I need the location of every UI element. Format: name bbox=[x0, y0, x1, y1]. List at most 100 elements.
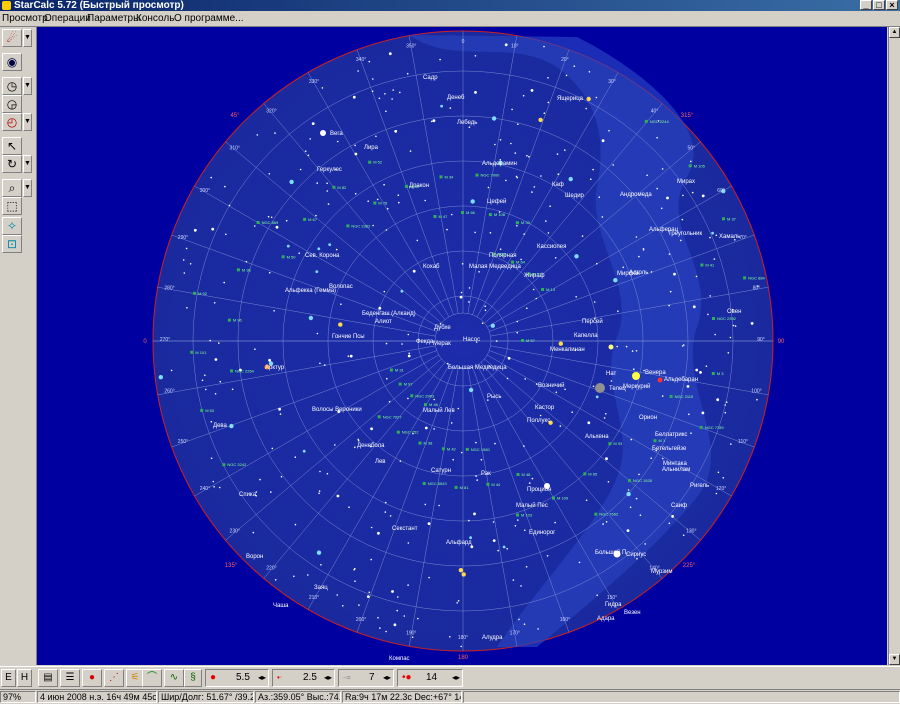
object-magnitude-control[interactable]: •● 14 ◂▸ bbox=[397, 669, 463, 687]
sky-label[interactable]: Лебедь bbox=[457, 120, 477, 126]
menu-about[interactable]: О программе... bbox=[174, 13, 244, 24]
sky-label[interactable]: Овен bbox=[727, 309, 741, 315]
deep-sky-marker[interactable] bbox=[227, 318, 231, 322]
sky-label[interactable]: Меркурий bbox=[623, 383, 650, 390]
sky-label[interactable]: Гончие Псы bbox=[332, 334, 365, 340]
chevron-down-icon[interactable]: ▼ bbox=[23, 77, 32, 95]
chevron-down-icon[interactable]: ▼ bbox=[23, 179, 32, 197]
sky-label[interactable]: Секстант bbox=[392, 526, 418, 532]
deep-sky-marker[interactable] bbox=[439, 175, 443, 179]
planets-icon[interactable]: ● bbox=[82, 669, 102, 687]
sky-label[interactable]: Кассиопея bbox=[537, 244, 566, 250]
deep-sky-marker[interactable] bbox=[422, 482, 426, 485]
sky-label[interactable]: Треугольник bbox=[668, 231, 702, 237]
arrows-icon[interactable]: ◂▸ bbox=[383, 670, 391, 686]
e-toggle-button[interactable]: E bbox=[1, 669, 16, 687]
sky-label[interactable]: Шедир bbox=[565, 193, 585, 199]
sky-label[interactable]: Вега bbox=[330, 131, 343, 137]
deep-sky-marker[interactable] bbox=[368, 160, 372, 164]
deep-sky-marker[interactable] bbox=[552, 496, 555, 500]
menu-console[interactable]: Консоль bbox=[136, 13, 174, 24]
sky-label[interactable]: Алудра bbox=[482, 635, 503, 641]
deep-sky-marker[interactable] bbox=[594, 512, 598, 516]
chevron-down-icon[interactable]: ▼ bbox=[23, 155, 32, 173]
deep-sky-marker[interactable] bbox=[303, 217, 307, 221]
sky-label[interactable]: Везен bbox=[624, 610, 641, 616]
deep-sky-marker[interactable] bbox=[236, 268, 240, 272]
sky-label[interactable]: Адара bbox=[597, 616, 615, 622]
sky-label[interactable]: Мирах bbox=[677, 179, 695, 185]
arrows-icon[interactable]: ◂▸ bbox=[452, 670, 460, 686]
sky-label[interactable]: Денеб bbox=[447, 95, 465, 101]
sky-label[interactable]: Чаша bbox=[273, 603, 289, 609]
maximize-button[interactable]: □ bbox=[873, 0, 885, 10]
sky-label[interactable]: Персей bbox=[582, 318, 603, 325]
zoom-icon[interactable]: ⌕ bbox=[2, 179, 22, 197]
spiral-icon[interactable]: § bbox=[184, 669, 202, 687]
deep-sky-magnitude-control[interactable]: -∝ 7 ◂▸ bbox=[338, 669, 394, 687]
sky-label[interactable]: Малый Пес bbox=[516, 502, 548, 509]
sky-label[interactable]: Менкалинан bbox=[550, 347, 585, 353]
select-area-icon[interactable]: ⬚ bbox=[2, 197, 22, 215]
sky-label[interactable]: Алиот bbox=[375, 319, 392, 325]
deep-sky-marker[interactable] bbox=[516, 513, 519, 517]
deep-sky-marker[interactable] bbox=[373, 201, 377, 205]
vega-marker[interactable] bbox=[320, 130, 326, 136]
sky-label[interactable]: Мерак bbox=[433, 341, 451, 347]
deep-sky-marker[interactable] bbox=[700, 263, 704, 267]
deep-sky-marker[interactable] bbox=[346, 224, 350, 228]
constellation-icon[interactable]: ⋰ bbox=[104, 669, 124, 687]
deep-sky-marker[interactable] bbox=[628, 479, 631, 483]
sky-label[interactable]: Альнилам bbox=[662, 467, 690, 473]
vertical-scrollbar[interactable]: ▲ ▼ bbox=[888, 27, 900, 665]
minimize-button[interactable]: _ bbox=[860, 0, 872, 10]
telescope-icon[interactable]: ✧ bbox=[2, 217, 22, 235]
close-button[interactable]: × bbox=[886, 0, 898, 10]
sky-label[interactable]: Малый Лев bbox=[423, 407, 455, 414]
sky-label[interactable]: Альдебаран bbox=[664, 377, 698, 383]
menu-parameters[interactable]: Параметры bbox=[87, 13, 140, 24]
sky-label[interactable]: Сириус bbox=[626, 552, 646, 558]
deep-sky-marker[interactable] bbox=[669, 394, 673, 398]
deep-sky-marker[interactable] bbox=[465, 447, 469, 451]
sky-label[interactable]: Малая Медведица bbox=[469, 264, 522, 270]
sky-label[interactable]: Садр bbox=[423, 75, 438, 81]
scroll-up-icon[interactable]: ▲ bbox=[889, 27, 900, 38]
deep-sky-marker[interactable] bbox=[190, 350, 194, 354]
sky-label[interactable]: Кохаб bbox=[423, 264, 440, 270]
arrows-icon[interactable]: ◂▸ bbox=[258, 670, 266, 686]
sky-label[interactable]: Дева bbox=[213, 423, 228, 429]
deep-sky-marker[interactable] bbox=[454, 485, 458, 489]
deep-sky-marker[interactable] bbox=[256, 221, 260, 224]
sky-label[interactable]: Спика bbox=[239, 492, 257, 498]
deep-sky-marker[interactable] bbox=[404, 184, 408, 188]
table-icon[interactable]: ▤ bbox=[38, 669, 58, 687]
sky-label[interactable]: Большой П. bbox=[595, 549, 628, 556]
sky-label[interactable]: Рысь bbox=[487, 394, 501, 400]
deep-sky-marker[interactable] bbox=[722, 217, 725, 221]
deep-sky-marker[interactable] bbox=[410, 394, 414, 398]
aldebaran-marker[interactable] bbox=[657, 377, 663, 383]
h-toggle-button[interactable]: H bbox=[17, 669, 32, 687]
sky-label[interactable]: Геркулес bbox=[317, 167, 342, 173]
sky-label[interactable]: Волосы Вероники bbox=[312, 407, 362, 413]
deep-sky-marker[interactable] bbox=[475, 173, 479, 177]
deep-sky-marker[interactable] bbox=[644, 119, 648, 123]
sky-label[interactable]: Ящерица bbox=[557, 96, 584, 102]
deep-sky-marker[interactable] bbox=[424, 403, 427, 407]
deep-sky-marker[interactable] bbox=[230, 369, 233, 373]
arrows-icon[interactable]: ◂▸ bbox=[324, 670, 332, 686]
sky-label[interactable]: Ворон bbox=[246, 554, 263, 560]
deep-sky-marker[interactable] bbox=[398, 382, 402, 386]
star-magnitude-control[interactable]: ● 5.5 ◂▸ bbox=[205, 669, 269, 687]
deep-sky-marker[interactable] bbox=[711, 372, 715, 375]
sky-label[interactable]: Процион bbox=[527, 487, 551, 493]
deep-sky-marker[interactable] bbox=[541, 288, 545, 291]
sky-label[interactable]: Альфард bbox=[446, 540, 472, 546]
sky-label[interactable]: Большая Медведица bbox=[448, 365, 507, 371]
deep-sky-marker[interactable] bbox=[653, 439, 657, 443]
globe-icon[interactable]: ◉ bbox=[2, 53, 22, 71]
chart-icon[interactable]: ⌒ bbox=[142, 669, 162, 687]
menu-operations[interactable]: Операции bbox=[44, 13, 91, 24]
sky-label[interactable]: Хамаль bbox=[719, 234, 740, 240]
